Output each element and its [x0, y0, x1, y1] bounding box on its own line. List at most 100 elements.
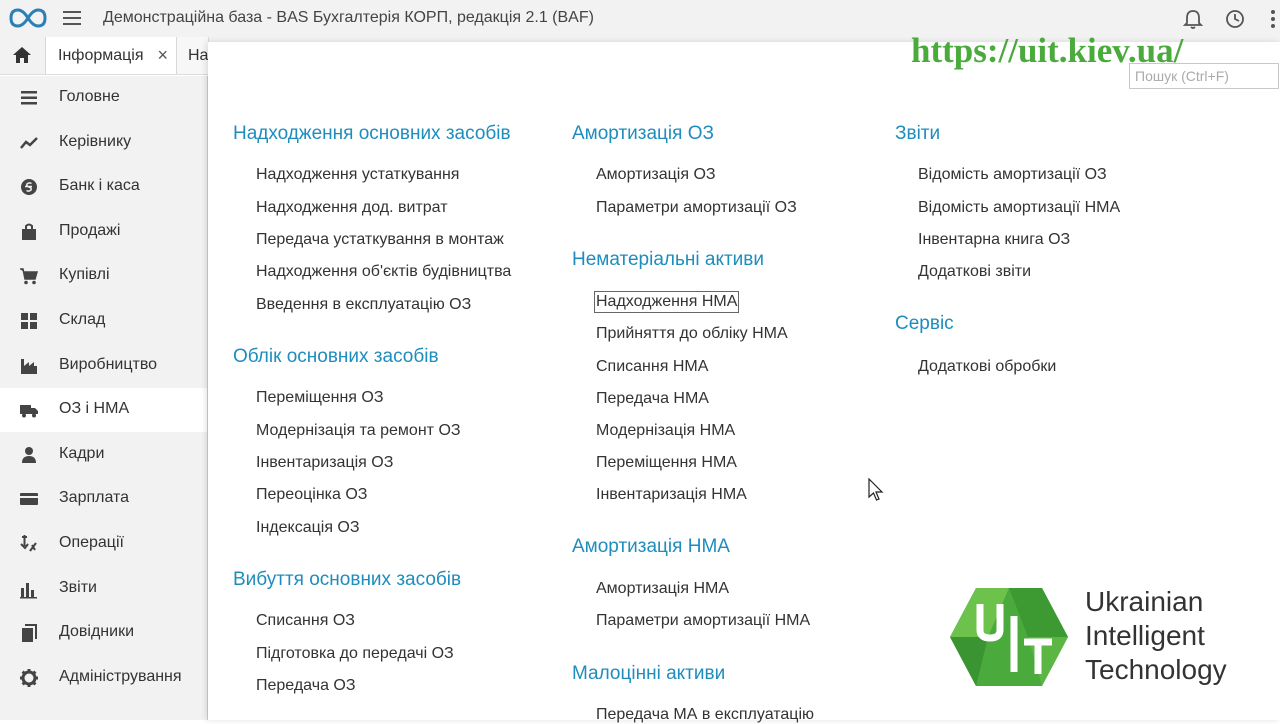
- tab-label: Надходження: [188, 47, 209, 64]
- sidebar-item-label: Банк і каса: [59, 177, 140, 194]
- menu-link[interactable]: Амортизація ОЗ: [596, 166, 716, 184]
- menu-link[interactable]: Передача МА в експлуатацію: [596, 706, 814, 724]
- menu-link[interactable]: Індексація ОЗ: [256, 519, 360, 537]
- app-logo-icon[interactable]: [9, 7, 47, 29]
- sidebar-item-label: Головне: [59, 88, 120, 105]
- menu-link[interactable]: Відомість амортизації ОЗ: [918, 166, 1107, 184]
- coin-icon: [21, 179, 37, 195]
- brand-line-2: Intelligent: [1085, 620, 1205, 651]
- section-title: Звіти: [895, 123, 941, 144]
- sidebar-item-label: Звіти: [59, 579, 97, 596]
- chart-line-icon: [20, 137, 38, 149]
- section-title: Вибуття основних засобів: [233, 569, 462, 590]
- sidebar: Головне Керівнику Банк і каса Продажі Ку…: [0, 76, 208, 720]
- brand-line-1: Ukrainian: [1085, 586, 1204, 617]
- section-title: Сервіс: [895, 313, 954, 334]
- menu-link[interactable]: Підготовка до передачі ОЗ: [256, 645, 454, 663]
- card-icon: [20, 493, 38, 505]
- menu-link[interactable]: Інвентарна книга ОЗ: [918, 231, 1070, 249]
- close-icon[interactable]: ×: [157, 37, 168, 74]
- menu-link[interactable]: Переміщення НМА: [596, 454, 737, 472]
- menu-link[interactable]: Надходження дод. витрат: [256, 199, 448, 217]
- section-title: Амортизація ОЗ: [572, 123, 714, 144]
- sidebar-item-sales[interactable]: Продажі: [0, 210, 207, 254]
- url-watermark: https://uit.kiev.ua/: [911, 31, 1184, 70]
- section-title: Амортизація НМА: [572, 536, 730, 557]
- brand-line-3: Technology: [1085, 654, 1227, 685]
- sidebar-item-label: Зарплата: [59, 489, 130, 506]
- section-title: Облік основних засобів: [233, 346, 439, 367]
- menu-link[interactable]: Передача НМА: [596, 390, 709, 408]
- books-icon: [22, 624, 37, 642]
- menu-link[interactable]: Додаткові звіти: [918, 263, 1031, 281]
- menu-link[interactable]: Передача ОЗ: [256, 677, 356, 695]
- tab-label: Інформація: [58, 47, 144, 64]
- warehouse-icon: [21, 313, 37, 329]
- sidebar-item-label: Купівлі: [59, 266, 110, 283]
- sidebar-item-label: Довідники: [59, 623, 135, 640]
- menu-link[interactable]: Інвентаризація ОЗ: [256, 454, 393, 472]
- section-title: Надходження основних засобів: [233, 123, 511, 144]
- menu-link[interactable]: Переміщення ОЗ: [256, 389, 384, 407]
- sidebar-item-label: Операції: [59, 534, 124, 551]
- truck-icon: [20, 405, 38, 418]
- person-icon: [22, 447, 36, 463]
- more-vertical-icon[interactable]: [1262, 8, 1280, 30]
- sidebar-item-fixed-assets[interactable]: ОЗ і НМА: [0, 388, 207, 432]
- sidebar-item-label: Адміністрування: [59, 668, 182, 685]
- sidebar-item-main[interactable]: Головне: [0, 76, 207, 120]
- menu-link[interactable]: Модернізація НМА: [596, 422, 735, 440]
- sidebar-item-salary[interactable]: Зарплата: [0, 477, 207, 521]
- menu-link[interactable]: Передача устаткування в монтаж: [256, 231, 504, 249]
- menu-link[interactable]: Параметри амортизації НМА: [596, 612, 810, 630]
- sidebar-item-hr[interactable]: Кадри: [0, 433, 207, 477]
- menu-link[interactable]: Прийняття до обліку НМА: [596, 325, 788, 343]
- menu-link[interactable]: Списання ОЗ: [256, 612, 355, 630]
- cart-icon: [20, 268, 38, 285]
- menu-link[interactable]: Додаткові обробки: [918, 358, 1056, 376]
- tab-receipts[interactable]: Надходження: [177, 37, 209, 74]
- sidebar-item-production[interactable]: Виробництво: [0, 344, 207, 388]
- sidebar-item-label: Керівнику: [59, 133, 132, 150]
- uit-logo-icon: [950, 588, 1068, 686]
- bell-icon[interactable]: [1182, 8, 1204, 30]
- menu-link[interactable]: Списання НМА: [596, 358, 708, 376]
- bar-chart-icon: [20, 583, 37, 599]
- section-title: Малоцінні активи: [572, 663, 726, 684]
- sidebar-item-reports[interactable]: Звіти: [0, 567, 207, 611]
- menu-link[interactable]: Введення в експлуатацію ОЗ: [256, 296, 471, 314]
- menu-link[interactable]: Амортизація НМА: [596, 580, 729, 598]
- sidebar-item-operations[interactable]: Операції: [0, 522, 207, 566]
- menu-link[interactable]: Надходження об'єктів будівництва: [256, 263, 511, 281]
- sidebar-item-label: Склад: [59, 311, 106, 328]
- window-title: Демонстраційна база - BAS Бухгалтерія КО…: [103, 9, 594, 26]
- sidebar-item-warehouse[interactable]: Склад: [0, 299, 207, 343]
- tab-info[interactable]: Інформація ×: [46, 37, 177, 74]
- list-icon: [21, 91, 37, 105]
- sidebar-item-label: Продажі: [59, 222, 121, 239]
- sidebar-item-bank[interactable]: Банк і каса: [0, 165, 207, 209]
- sidebar-item-label: Кадри: [59, 445, 105, 462]
- history-icon[interactable]: [1224, 8, 1246, 30]
- sidebar-item-label: Виробництво: [59, 356, 158, 373]
- gear-icon: [20, 669, 38, 687]
- menu-link[interactable]: Надходження НМА: [593, 291, 740, 313]
- sidebar-item-label: ОЗ і НМА: [59, 400, 130, 417]
- mouse-cursor-icon: [868, 478, 884, 501]
- menu-link[interactable]: Переоцінка ОЗ: [256, 486, 367, 504]
- menu-link[interactable]: Надходження устаткування: [256, 166, 459, 184]
- menu-link[interactable]: Відомість амортизації НМА: [918, 199, 1120, 217]
- section-title: Нематеріальні активи: [572, 249, 765, 270]
- sidebar-item-purchases[interactable]: Купівлі: [0, 254, 207, 298]
- sidebar-item-administration[interactable]: Адміністрування: [0, 656, 207, 700]
- menu-link[interactable]: Параметри амортизації ОЗ: [596, 199, 797, 217]
- operations-icon: [20, 535, 37, 552]
- home-icon: [13, 47, 31, 63]
- home-tab[interactable]: [0, 37, 46, 74]
- factory-icon: [21, 359, 37, 374]
- sidebar-item-directories[interactable]: Довідники: [0, 611, 207, 655]
- menu-icon[interactable]: [61, 9, 83, 27]
- menu-link[interactable]: Модернізація та ремонт ОЗ: [256, 422, 461, 440]
- sidebar-item-manager[interactable]: Керівнику: [0, 121, 207, 165]
- menu-link[interactable]: Інвентаризація НМА: [596, 486, 747, 504]
